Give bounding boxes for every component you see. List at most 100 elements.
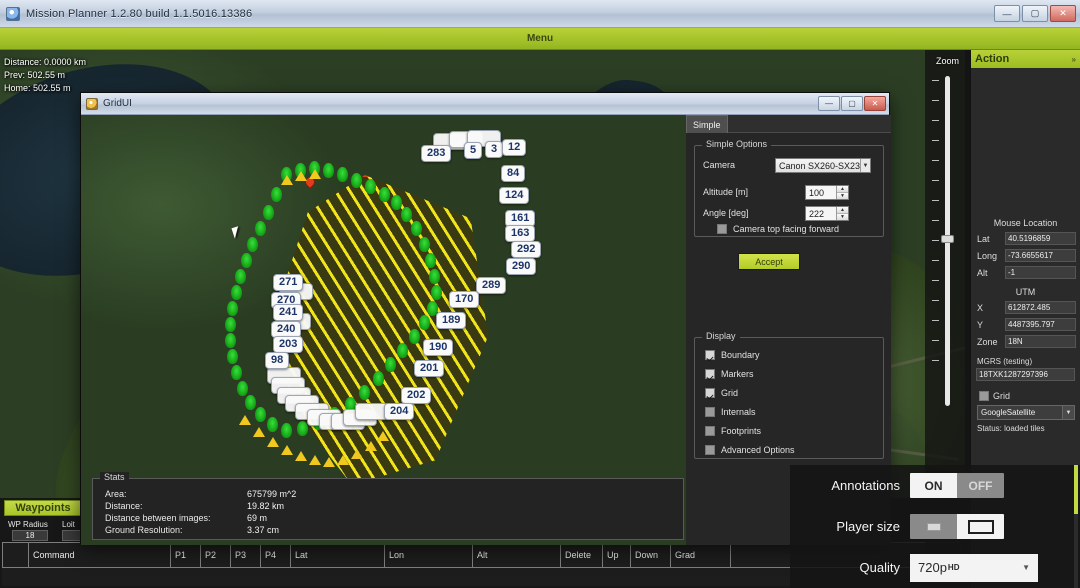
waypoint-marker-label[interactable]: 5 <box>464 142 483 159</box>
waypoint-marker-label[interactable]: 283 <box>421 145 452 162</box>
waypoint-triangle-marker[interactable] <box>239 415 251 425</box>
zoom-slider-thumb[interactable] <box>941 235 954 243</box>
annotations-off-button[interactable]: OFF <box>957 473 1004 498</box>
display-option-advanced-options[interactable]: Advanced Options <box>705 445 883 455</box>
waypoints-column-header[interactable]: Alt <box>473 543 561 567</box>
waypoint-triangle-marker[interactable] <box>267 437 279 447</box>
checkbox-icon[interactable] <box>705 426 715 436</box>
waypoint-marker-label[interactable]: 189 <box>436 312 467 329</box>
menu-label[interactable]: Menu <box>527 33 553 44</box>
waypoint-marker-label[interactable]: 190 <box>423 339 454 356</box>
chevron-right-icon[interactable]: » <box>1072 55 1076 64</box>
accept-button[interactable]: Accept <box>738 253 800 270</box>
waypoints-column-header[interactable] <box>3 543 29 567</box>
checkbox-icon[interactable] <box>705 369 715 379</box>
waypoint-triangle-marker[interactable] <box>337 455 349 465</box>
waypoint-marker-label[interactable]: 203 <box>273 336 304 353</box>
waypoint-marker-label[interactable]: 271 <box>273 274 304 291</box>
waypoints-column-header[interactable]: Down <box>631 543 671 567</box>
waypoints-column-header[interactable]: P4 <box>261 543 291 567</box>
waypoint-triangle-marker[interactable] <box>281 445 293 455</box>
waypoints-column-header[interactable]: P1 <box>171 543 201 567</box>
minimize-button[interactable]: — <box>994 5 1020 22</box>
gridui-tabstrip[interactable]: Simple <box>686 115 891 133</box>
checkbox-icon[interactable] <box>705 407 715 417</box>
waypoint-triangle-marker[interactable] <box>295 451 307 461</box>
display-option-boundary[interactable]: Boundary <box>705 350 883 360</box>
waypoint-marker-label[interactable]: 241 <box>273 304 304 321</box>
waypoint-marker-label[interactable]: 289 <box>476 277 507 294</box>
waypoints-column-header[interactable]: Command <box>29 543 171 567</box>
waypoint-marker-label[interactable]: 98 <box>265 352 290 369</box>
checkbox-icon[interactable] <box>705 445 715 455</box>
main-menubar[interactable]: Menu <box>0 28 1080 50</box>
angle-stepper[interactable]: 222 ▲ ▼ <box>805 206 849 221</box>
checkbox-icon[interactable] <box>979 391 989 401</box>
annotations-toggle[interactable]: ON OFF <box>910 473 1004 498</box>
angle-value[interactable]: 222 <box>806 209 836 219</box>
waypoint-marker-label[interactable]: 290 <box>506 258 537 275</box>
gridui-maximize-button[interactable]: ▢ <box>841 96 863 111</box>
map-grid-checkbox[interactable]: Grid <box>979 391 1080 401</box>
maximize-button[interactable]: ▢ <box>1022 5 1048 22</box>
waypoint-marker-label[interactable]: 170 <box>449 291 480 308</box>
gridui-titlebar[interactable]: GridUI — ▢ ✕ <box>81 93 889 115</box>
action-panel-header[interactable]: Action » <box>971 50 1080 68</box>
waypoint-marker-label[interactable]: 201 <box>414 360 445 377</box>
map-provider-select[interactable]: GoogleSatellite ▼ <box>977 405 1075 420</box>
camera-select[interactable]: Canon SX260-SX23 ▼ <box>775 158 871 173</box>
chevron-down-icon[interactable]: ▼ <box>1022 563 1030 572</box>
waypoints-column-header[interactable]: P2 <box>201 543 231 567</box>
waypoint-triangle-marker[interactable] <box>295 171 307 181</box>
waypoint-marker-label[interactable]: 204 <box>384 403 415 420</box>
chevron-down-icon[interactable]: ▼ <box>1062 406 1074 419</box>
waypoint-marker-label[interactable]: 12 <box>502 139 527 156</box>
display-option-internals[interactable]: Internals <box>705 407 883 417</box>
altitude-value[interactable]: 100 <box>806 188 836 198</box>
waypoints-column-header[interactable]: Grad <box>671 543 731 567</box>
stepper-arrows[interactable]: ▲ ▼ <box>836 207 848 220</box>
waypoint-triangle-marker[interactable] <box>309 455 321 465</box>
tab-simple[interactable]: Simple <box>686 115 728 133</box>
waypoint-triangle-marker[interactable] <box>253 427 265 437</box>
waypoint-triangle-marker[interactable] <box>281 175 293 185</box>
waypoints-column-header[interactable]: Up <box>603 543 631 567</box>
waypoint-marker-label[interactable]: 202 <box>401 387 432 404</box>
waypoints-column-header[interactable]: Lon <box>385 543 473 567</box>
waypoint-marker-label[interactable]: 84 <box>501 165 526 182</box>
annotations-on-button[interactable]: ON <box>910 473 957 498</box>
display-option-footprints[interactable]: Footprints <box>705 426 883 436</box>
stepper-arrows[interactable]: ▲ ▼ <box>836 186 848 199</box>
quality-select[interactable]: 720p HD ▼ <box>910 553 1038 582</box>
player-size-large-button[interactable] <box>957 514 1004 539</box>
waypoint-triangle-marker[interactable] <box>309 169 321 179</box>
waypoint-triangle-marker[interactable] <box>351 449 363 459</box>
waypoint-triangle-marker[interactable] <box>377 431 389 441</box>
waypoints-column-header[interactable]: P3 <box>231 543 261 567</box>
altitude-stepper[interactable]: 100 ▲ ▼ <box>805 185 849 200</box>
waypoints-column-header[interactable]: Lat <box>291 543 385 567</box>
display-option-markers[interactable]: Markers <box>705 369 883 379</box>
gridui-minimize-button[interactable]: — <box>818 96 840 111</box>
waypoint-marker-label[interactable]: 163 <box>505 225 536 242</box>
wp-radius-input[interactable]: 18 <box>12 530 48 541</box>
checkbox-icon[interactable] <box>705 350 715 360</box>
waypoint-triangle-marker[interactable] <box>365 441 377 451</box>
display-option-grid[interactable]: Grid <box>705 388 883 398</box>
camera-top-facing-forward-checkbox[interactable]: Camera top facing forward <box>717 224 839 234</box>
player-size-small-button[interactable] <box>910 514 957 539</box>
waypoints-column-header[interactable]: Delete <box>561 543 603 567</box>
waypoints-title[interactable]: Waypoints <box>4 500 82 516</box>
chevron-down-icon[interactable]: ▼ <box>860 159 870 172</box>
stepper-up-icon: ▲ <box>837 186 848 193</box>
checkbox-icon[interactable] <box>705 388 715 398</box>
gridui-close-button[interactable]: ✕ <box>864 96 886 111</box>
player-size-toggle[interactable] <box>910 514 1004 539</box>
close-button[interactable]: ✕ <box>1050 5 1076 22</box>
waypoint-marker-label[interactable]: 292 <box>511 241 542 258</box>
waypoint-marker-label[interactable]: 3 <box>485 141 504 158</box>
waypoint-triangle-marker[interactable] <box>323 457 335 467</box>
checkbox-icon[interactable] <box>717 224 727 234</box>
gridui-dialog[interactable]: GridUI — ▢ ✕ 283 5 3 12 84 124 161 163 292 290 289… <box>80 92 891 545</box>
waypoint-marker-label[interactable]: 124 <box>499 187 530 204</box>
